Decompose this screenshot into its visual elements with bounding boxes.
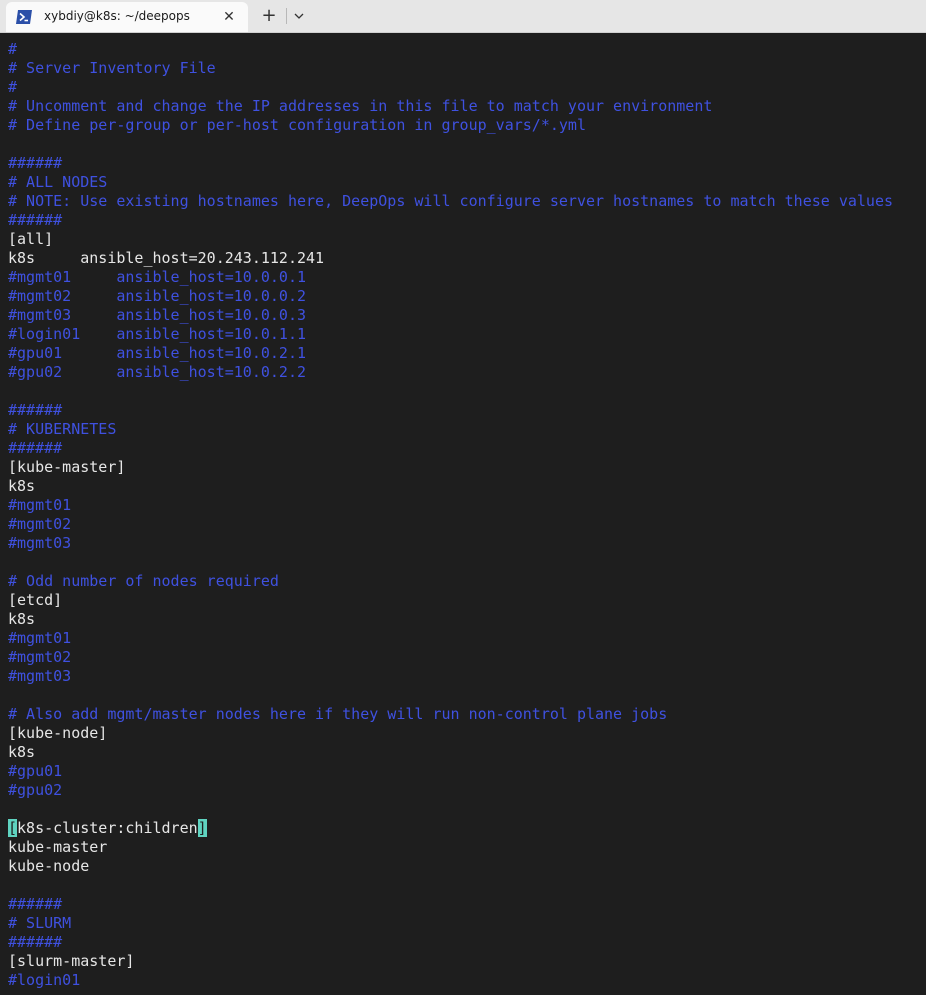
terminal-line: kube-node [8,857,90,875]
terminal-line: k8s [8,610,36,628]
terminal-line: # Server Inventory File [8,59,216,77]
terminal-window: xybdiy@k8s: ~/deepops ✕ + # # Server Inve… [0,0,926,995]
cursor-highlight: [ [8,819,18,837]
terminal-line: ###### [8,211,63,229]
tab-divider [286,8,287,24]
terminal-line: #mgmt03 [8,534,72,552]
terminal-line: [all] [8,230,54,248]
tab-bar: xybdiy@k8s: ~/deepops ✕ + [0,0,926,33]
close-icon[interactable]: ✕ [220,8,238,26]
terminal-line: # ALL NODES [8,173,108,191]
terminal-line: # [8,40,18,58]
terminal-line: [etcd] [8,591,63,609]
terminal-line: #mgmt02 ansible_host=10.0.0.2 [8,287,307,305]
terminal-line: # Also add mgmt/master nodes here if the… [8,705,668,723]
terminal-line: [k8s-cluster:children] [8,819,893,838]
terminal-line: k8s [8,743,36,761]
terminal-line: # NOTE: Use existing hostnames here, Dee… [8,192,894,210]
terminal-line: #mgmt02 [8,515,72,533]
terminal-line: ###### [8,401,63,419]
chevron-down-icon[interactable] [290,7,308,25]
new-tab-button[interactable]: + [258,5,280,27]
terminal-line: kube-master [8,838,108,856]
terminal-line: #mgmt03 ansible_host=10.0.0.3 [8,306,307,324]
terminal-lines: # # Server Inventory File # # Uncomment and… [8,40,893,990]
terminal-line: # Uncomment and change the IP addresses … [8,97,713,115]
terminal-line: [kube-node] [8,724,108,742]
terminal-line: #mgmt02 [8,648,72,666]
terminal-line: #login01 ansible_host=10.0.1.1 [8,325,307,343]
terminal-line: # KUBERNETES [8,420,117,438]
terminal-line: #gpu02 ansible_host=10.0.2.2 [8,363,307,381]
terminal-line: #mgmt01 [8,629,72,647]
terminal-output[interactable]: # # Server Inventory File # # Uncomment and… [0,33,926,995]
powershell-icon [16,10,32,24]
terminal-line: # Define per-group or per-host configura… [8,116,586,134]
tab-active[interactable]: xybdiy@k8s: ~/deepops ✕ [6,2,248,32]
terminal-line: # Odd number of nodes required [8,572,279,590]
terminal-line: [kube-master] [8,458,126,476]
bracket-match-highlight: ] [197,819,207,837]
terminal-line: # [8,78,18,96]
cursor-line-text: k8s-cluster:children [17,819,198,837]
terminal-line: # SLURM [8,914,72,932]
terminal-line: ###### [8,933,63,951]
terminal-line: #login01 [8,971,81,989]
terminal-line: #mgmt03 [8,667,72,685]
terminal-line: #gpu01 ansible_host=10.0.2.1 [8,344,307,362]
terminal-line: k8s ansible_host=20.243.112.241 [8,249,325,267]
terminal-line: #mgmt01 [8,496,72,514]
tab-title: xybdiy@k8s: ~/deepops [44,9,190,23]
terminal-line: ###### [8,154,63,172]
terminal-line: ###### [8,895,63,913]
terminal-line: #mgmt01 ansible_host=10.0.0.1 [8,268,307,286]
terminal-line: #gpu01 [8,762,63,780]
terminal-line: ###### [8,439,63,457]
terminal-line: [slurm-master] [8,952,135,970]
terminal-line: k8s [8,477,36,495]
terminal-line: #gpu02 [8,781,63,799]
